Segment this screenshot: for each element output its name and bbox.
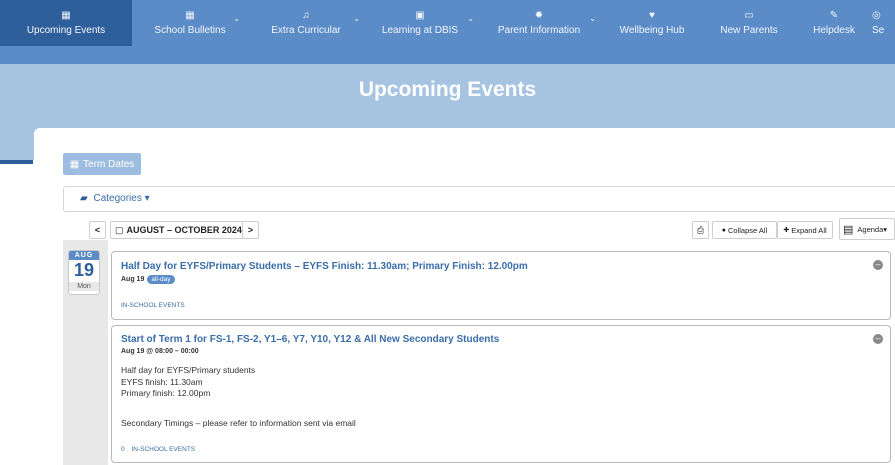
calendar-icon: ▦ (185, 10, 195, 21)
event-description-line: Half day for EYFS/Primary students (121, 365, 256, 375)
nav-item-label: Extra Curricular (271, 25, 341, 36)
calendar-icon: ▢ (115, 224, 124, 235)
nav-item-wellbeing-hub[interactable]: ♥ Wellbeing Hub (602, 0, 702, 46)
date-month: AUG (69, 251, 99, 260)
event-card[interactable]: Start of Term 1 for FS-1, FS-2, Y1–6, Y7… (111, 325, 891, 463)
date-range-button[interactable]: ▢ AUGUST – OCTOBER 2024 (110, 221, 250, 239)
collapse-icon[interactable]: – (873, 260, 883, 270)
event-date: Aug 19 @ 08:00 – 00:00 (121, 348, 199, 355)
nav-item-label: Parent Information (497, 25, 581, 36)
print-icon: ⎙ (696, 224, 705, 235)
nav-item-upcoming-events[interactable]: ▦ Upcoming Events (0, 0, 132, 46)
nav-item-school-bulletins[interactable]: ▦ School Bulletins ⌄ (132, 0, 248, 46)
date-range-label: AUGUST – OCTOBER 2024 (126, 225, 242, 235)
nav-item-label: Se (872, 25, 885, 36)
caret-down-icon: ▾ (883, 224, 888, 234)
agenda-icon: ▤ (843, 223, 854, 236)
nav-item-learning-at-dbis[interactable]: ▣ Learning at DBIS ⌄ (364, 0, 476, 46)
event-date: Aug 19 all-day (121, 275, 175, 284)
chevron-right-icon: > (247, 225, 254, 235)
event-title[interactable]: Start of Term 1 for FS-1, FS-2, Y1–6, Y7… (121, 334, 499, 345)
search-icon: ◎ (872, 10, 881, 21)
nav-item-label: Upcoming Events (26, 25, 106, 36)
page-title: Upcoming Events (358, 78, 537, 101)
nav-item-parent-information[interactable]: ✹ Parent Information ⌄ (476, 0, 602, 46)
print-button[interactable]: ⎙ (692, 221, 709, 239)
laptop-icon: ▭ (744, 10, 754, 21)
hero-band (0, 46, 895, 64)
event-category[interactable]: IN-SCHOOL EVENTS (121, 302, 185, 309)
collapse-icon[interactable]: – (873, 334, 883, 344)
calendar-icon: ▦ (61, 10, 71, 21)
chevron-down-icon: ⌄ (233, 14, 240, 23)
date-day: 19 (73, 260, 95, 280)
view-label: Agenda (857, 224, 884, 234)
date-weekday: Mon (69, 282, 99, 291)
event-date-text: Aug 19 @ 08:00 – 00:00 (121, 348, 199, 355)
nav-item-extra-curricular[interactable]: ♫ Extra Curricular ⌄ (248, 0, 364, 46)
chevron-down-icon: ⌄ (353, 14, 360, 23)
nav-item-label: Learning at DBIS (381, 25, 459, 36)
expand-all-label: Expand All (791, 225, 827, 235)
all-day-badge: all-day (147, 275, 175, 284)
view-dropdown[interactable]: ▤ Agenda ▾ (839, 218, 895, 240)
heart-icon: ♥ (649, 10, 655, 21)
event-description-line: Primary finish: 12.00pm (121, 388, 211, 398)
nav-item-helpdesk[interactable]: ✎ Helpdesk (796, 0, 872, 46)
chevron-down-icon: ⌄ (467, 14, 474, 23)
minus-circle-icon: ● (721, 226, 727, 234)
collapse-all-label: Collapse All (728, 225, 768, 235)
event-category-count: 0 (121, 446, 125, 453)
date-badge: AUG 19 Mon (68, 250, 100, 295)
top-navigation-bar: ▦ Upcoming Events ▦ School Bulletins ⌄ ♫… (0, 0, 895, 46)
prev-button[interactable]: < (89, 221, 106, 239)
plus-circle-icon: ✚ (783, 227, 790, 234)
expand-all-button[interactable]: ✚ Expand All (777, 221, 833, 239)
nav-item-label: Helpdesk (813, 25, 855, 36)
event-description: Half day for EYFS/Primary students EYFS … (121, 365, 255, 400)
categories-dropdown[interactable]: ▰ Categories ▾ (80, 193, 150, 204)
nav-item-label: Wellbeing Hub (619, 25, 685, 36)
chevron-left-icon: < (94, 225, 101, 235)
event-card[interactable]: Half Day for EYFS/Primary Students – EYF… (111, 251, 891, 320)
music-icon: ♫ (302, 10, 310, 21)
nav-item-label: School Bulletins (154, 25, 226, 36)
folder-icon: ▰ (80, 193, 88, 204)
categories-label: Categories (93, 193, 142, 204)
event-description-line: EYFS finish: 11.30am (121, 376, 203, 387)
event-date-text: Aug 19 (121, 276, 145, 283)
event-category-label: IN-SCHOOL EVENTS (131, 446, 196, 453)
term-dates-label: Term Dates (83, 158, 135, 170)
collapse-all-button[interactable]: ● Collapse All (712, 221, 777, 239)
briefcase-icon: ▣ (415, 10, 425, 21)
categories-bar: ▰ Categories ▾ (63, 186, 895, 212)
event-note: Secondary Timings – please refer to info… (121, 418, 356, 428)
event-category[interactable]: 0 IN-SCHOOL EVENTS (121, 446, 195, 453)
event-title[interactable]: Half Day for EYFS/Primary Students – EYF… (121, 261, 528, 272)
nav-item-search[interactable]: ◎ Se (872, 0, 895, 46)
nav-item-label: New Parents (720, 25, 778, 36)
calendar-toolbar: < ▢ AUGUST – OCTOBER 2024 > ⎙ ● Collapse… (63, 218, 895, 240)
left-accent-line (0, 160, 33, 164)
calendar-icon: ▦ (69, 158, 80, 170)
next-button[interactable]: > (242, 221, 259, 239)
nav-item-new-parents[interactable]: ▭ New Parents (702, 0, 796, 46)
caret-down-icon: ▾ (144, 193, 150, 204)
chevron-down-icon: ⌄ (589, 14, 596, 23)
gear-icon: ✹ (534, 10, 544, 21)
edit-icon: ✎ (829, 10, 839, 21)
term-dates-button[interactable]: ▦ Term Dates (63, 153, 141, 175)
